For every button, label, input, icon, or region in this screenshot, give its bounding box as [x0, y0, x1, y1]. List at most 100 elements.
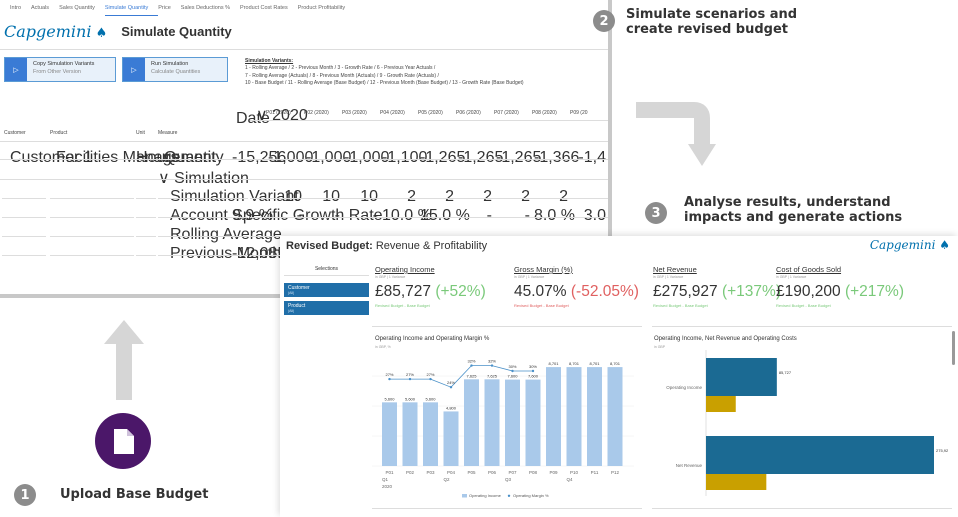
bar-operating-income — [484, 379, 500, 466]
grid-line — [158, 217, 248, 218]
kpi-subtitle: in GBP | 1 Variance — [514, 275, 545, 279]
play-icon: ▷ — [5, 58, 27, 81]
value-cell[interactable]: -1,000 — [268, 149, 313, 167]
value-cell[interactable]: -1,000 — [344, 149, 389, 167]
grid-line — [250, 120, 608, 121]
bar-operating-income — [402, 402, 418, 466]
kpi-delta: (-52.05%) — [570, 283, 639, 300]
value-cell[interactable]: 2 — [420, 188, 454, 206]
tab-actuals[interactable]: Actuals — [31, 2, 59, 16]
bar-secondary — [706, 474, 767, 490]
variants-line: 10 - Base Budget / 11 - Rolling Average … — [245, 79, 524, 86]
page-title: Simulate Quantity — [121, 23, 232, 39]
bar-data-label: 275,927 — [936, 448, 948, 453]
grid-line — [0, 179, 608, 180]
copy-simulation-variants-button[interactable]: ▷ Copy Simulation Variants From Other Ver… — [4, 57, 116, 82]
tab-simulate-quantity[interactable]: Simulate Quantity — [104, 2, 159, 16]
value-cell[interactable]: 8.0 % — [534, 207, 575, 225]
total-cell: 9.9 % — [232, 207, 273, 224]
x-tick-label: P01 — [385, 470, 394, 475]
grid-line — [158, 198, 248, 199]
tab-sales-quantity[interactable]: Sales Quantity — [59, 2, 105, 16]
total-cell: -15,256 — [232, 149, 287, 166]
value-cell[interactable]: -1,366 — [534, 149, 579, 167]
kpi-delta: (+137%) — [721, 283, 781, 300]
grid-line — [250, 198, 608, 199]
period-header: P06 (2020) — [456, 110, 481, 116]
scrollbar[interactable] — [952, 331, 955, 365]
button-label: Copy Simulation Variants — [33, 61, 95, 67]
legend-label: Operating Margin % — [513, 493, 549, 498]
tab-product-profitability[interactable]: Product Profitability — [298, 2, 355, 16]
grid-line — [158, 255, 248, 256]
value-cell[interactable]: - — [458, 207, 492, 225]
period-header: P04 (2020) — [380, 110, 405, 116]
bar-data-label: 85,727 — [779, 370, 792, 375]
grid-line — [2, 236, 46, 237]
value-cell[interactable]: - — [306, 207, 340, 225]
value-cell[interactable]: - — [344, 207, 378, 225]
value-cell[interactable]: 2 — [534, 188, 568, 206]
value-cell[interactable]: 2 — [382, 188, 416, 206]
value-cell[interactable]: -1,000 — [306, 149, 351, 167]
total-cell: -12,085.69 — [232, 245, 309, 262]
column-header-product: Product — [50, 130, 68, 136]
capgemini-logo: Capgemini ♠ — [4, 21, 108, 41]
variants-line: 7 - Rolling Average (Actuals) / 8 - Prev… — [245, 72, 439, 79]
point-data-label: 30% — [508, 364, 516, 369]
income-revenue-costs-chart: 85,727 Operating Income 275,927 Net Revenue — [666, 350, 948, 496]
value-cell[interactable]: -1,4 — [572, 149, 606, 167]
step-1-text: Upload Base Budget — [60, 487, 209, 502]
step-3-text: Analyse results, understand impacts and … — [684, 195, 903, 225]
kpi-footer: Revised Budget - Base Budget — [514, 303, 569, 308]
value-cell[interactable]: -1,265 — [496, 149, 541, 167]
year-label: 2020 — [382, 484, 393, 489]
kpi-value: 45.07% (-52.05%) — [514, 283, 639, 300]
product-filter[interactable]: Product (All) — [284, 301, 369, 315]
x-tick-label: P10 — [570, 470, 579, 475]
bar-operating-income — [464, 379, 479, 466]
kpi-value: £85,727 (+52%) — [375, 283, 486, 300]
bar-operating-income — [423, 402, 438, 466]
run-simulation-button[interactable]: ▷ Run Simulation Calculate Quantities — [122, 57, 228, 82]
kpi-subtitle: in GBP | 1 Variance — [653, 275, 684, 279]
customer-filter[interactable]: Customer (All) — [284, 283, 369, 297]
value-cell[interactable]: - — [268, 207, 302, 225]
quarter-label: Q2 — [444, 477, 451, 482]
tab-product-cost-rates[interactable]: Product Cost Rates — [240, 2, 298, 16]
tab-price[interactable]: Price — [158, 2, 181, 16]
legend-swatch-operating-income — [462, 494, 467, 498]
value-cell[interactable]: 10.0 % — [382, 207, 432, 225]
value-cell[interactable]: 10 — [306, 188, 340, 206]
tab-sales-deductions[interactable]: Sales Deductions % — [181, 2, 240, 16]
grid-line — [250, 217, 608, 218]
kpi-title: Gross Margin (%) — [514, 265, 573, 274]
point-data-label: 27% — [426, 372, 434, 377]
value-cell[interactable]: -1,100 — [382, 149, 427, 167]
value-cell[interactable]: 10 — [344, 188, 378, 206]
kpi-tile[interactable]: Gross Margin (%) in GBP | 1 Variance 45.07… — [514, 265, 652, 308]
x-tick-label: P04 — [447, 470, 456, 475]
tab-bar: Intro Actuals Sales Quantity Simulate Quant… — [10, 2, 355, 16]
grid-line — [136, 255, 156, 256]
simulation-row-label: Rolling Average — [170, 226, 282, 243]
value-cell[interactable]: -1,265 — [420, 149, 465, 167]
value-cell[interactable]: -1,265 — [458, 149, 503, 167]
tab-intro[interactable]: Intro — [10, 2, 31, 16]
kpi-tile[interactable]: Operating Income in GBP | 1 Variance £85,7… — [375, 265, 513, 308]
x-tick-label: P11 — [591, 470, 599, 475]
value-cell[interactable]: - — [496, 207, 530, 225]
value-cell[interactable]: 15.0 % — [420, 207, 470, 225]
value-cell[interactable]: 10 — [268, 188, 302, 206]
kpi-tile[interactable]: Net Revenue in GBP | 1 Variance £275,927 (… — [653, 265, 791, 308]
column-header-customer: Customer — [4, 130, 26, 136]
simulation-group-toggle[interactable]: ∨ Simulation — [158, 168, 249, 188]
value-cell[interactable]: 2 — [458, 188, 492, 206]
chart-1-title: Operating Income and Operating Margin % — [375, 336, 490, 342]
kpi-tile[interactable]: Cost of Goods Sold in GBP | 1 Variance £19… — [776, 265, 914, 308]
value-cell[interactable]: 3.0 — [572, 207, 606, 225]
date-label: Date — [236, 110, 270, 127]
value-cell[interactable]: 2 — [496, 188, 530, 206]
bar-secondary — [706, 396, 736, 412]
point-data-label: 32% — [467, 359, 475, 364]
